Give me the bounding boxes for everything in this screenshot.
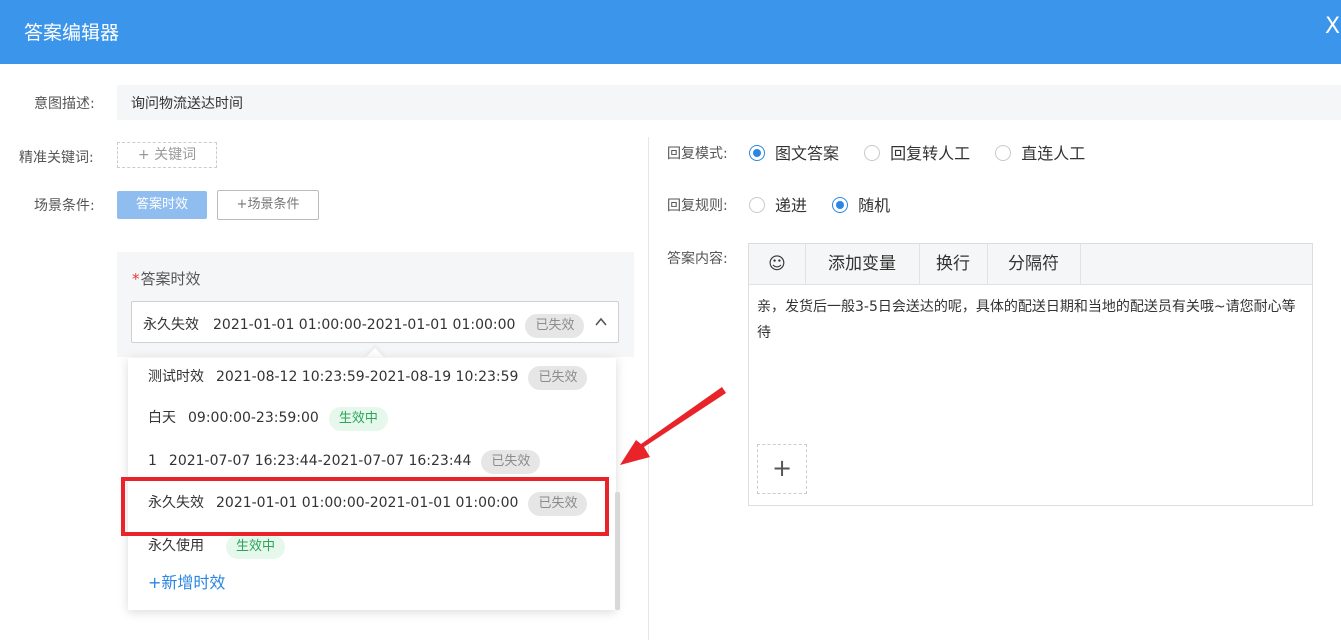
validity-field-label: *答案时效 (132, 270, 201, 288)
dialog-header: 答案编辑器 X (0, 0, 1341, 64)
dialog-title: 答案编辑器 (24, 22, 120, 44)
add-validity-link[interactable]: +新增时效 (148, 569, 225, 593)
validity-option[interactable]: 白天 09:00:00-23:59:00 生效中 (148, 407, 388, 431)
radio-icon[interactable] (864, 145, 881, 161)
intent-value: 询问物流送达时间 (131, 96, 243, 112)
keyword-label: 精准关键词: (19, 150, 94, 166)
validity-option[interactable]: 永久使用 生效中 (148, 535, 286, 559)
validity-option[interactable]: 测试时效 2021-08-12 10:23:59-2021-08-19 10:23… (148, 366, 588, 390)
required-mark: * (132, 270, 140, 288)
column-divider (648, 137, 649, 640)
radio-checked-icon[interactable] (832, 197, 849, 213)
status-badge: 生效中 (226, 535, 286, 559)
status-badge: 已失效 (481, 450, 541, 474)
add-variable-button[interactable]: 添加变量 (805, 244, 920, 284)
chevron-up-icon[interactable] (594, 315, 608, 333)
reply-rule-group: 递进 随机 (749, 192, 910, 216)
answer-content-label: 答案内容: (667, 251, 728, 267)
status-badge: 已失效 (528, 366, 588, 390)
newline-button[interactable]: 换行 (919, 244, 988, 284)
answer-text[interactable]: 亲，发货后一般3-5日会送达的呢，具体的配送日期和当地的配送员有关哦~请您耐心等… (757, 294, 1305, 346)
reply-mode-label: 回复模式: (667, 146, 728, 162)
reply-rule-label: 回复规则: (667, 198, 728, 214)
radio-rule-progressive[interactable]: 递进 (749, 196, 807, 215)
validity-selected-value: 永久失效 2021-01-01 01:00:00-2021-01-01 01:00… (143, 314, 585, 338)
separator-button[interactable]: 分隔符 (987, 244, 1081, 284)
add-keyword-button[interactable]: + 关键词 (117, 142, 217, 168)
status-badge: 已失效 (525, 314, 585, 338)
highlight-box (121, 477, 609, 536)
answer-editor: ☺ 添加变量 换行 分隔符 亲，发货后一般3-5日会送达的呢，具体的配送日期和当… (748, 243, 1313, 506)
add-media-button[interactable]: + (757, 444, 807, 494)
status-badge: 生效中 (328, 407, 388, 431)
radio-mode-direct[interactable]: 直连人工 (995, 144, 1085, 163)
intent-field[interactable]: 询问物流送达时间 (117, 85, 1341, 120)
scene-label: 场景条件: (34, 198, 95, 214)
validity-option[interactable]: 1 2021-07-07 16:23:44-2021-07-07 16:23:44… (148, 450, 541, 474)
dropdown-scrollbar[interactable] (615, 492, 620, 610)
validity-panel: *答案时效 永久失效 2021-01-01 01:00:00-2021-01-01… (117, 252, 634, 357)
emoji-icon[interactable]: ☺ (749, 244, 806, 284)
reply-mode-group: 图文答案 回复转人工 直连人工 (749, 140, 1105, 164)
intent-label: 意图描述: (34, 96, 95, 112)
radio-icon[interactable] (995, 145, 1012, 161)
scene-tag-validity[interactable]: 答案时效 (117, 191, 207, 219)
radio-icon[interactable] (749, 197, 765, 213)
validity-select[interactable]: 永久失效 2021-01-01 01:00:00-2021-01-01 01:00… (131, 301, 619, 343)
radio-mode-transfer[interactable]: 回复转人工 (864, 144, 970, 163)
add-scene-button[interactable]: +场景条件 (217, 190, 319, 220)
close-icon[interactable]: X (1325, 14, 1340, 39)
editor-toolbar: ☺ 添加变量 换行 分隔符 (749, 244, 1312, 285)
radio-checked-icon[interactable] (749, 145, 765, 161)
radio-mode-graphic[interactable]: 图文答案 (749, 144, 839, 163)
radio-rule-random[interactable]: 随机 (832, 196, 890, 215)
